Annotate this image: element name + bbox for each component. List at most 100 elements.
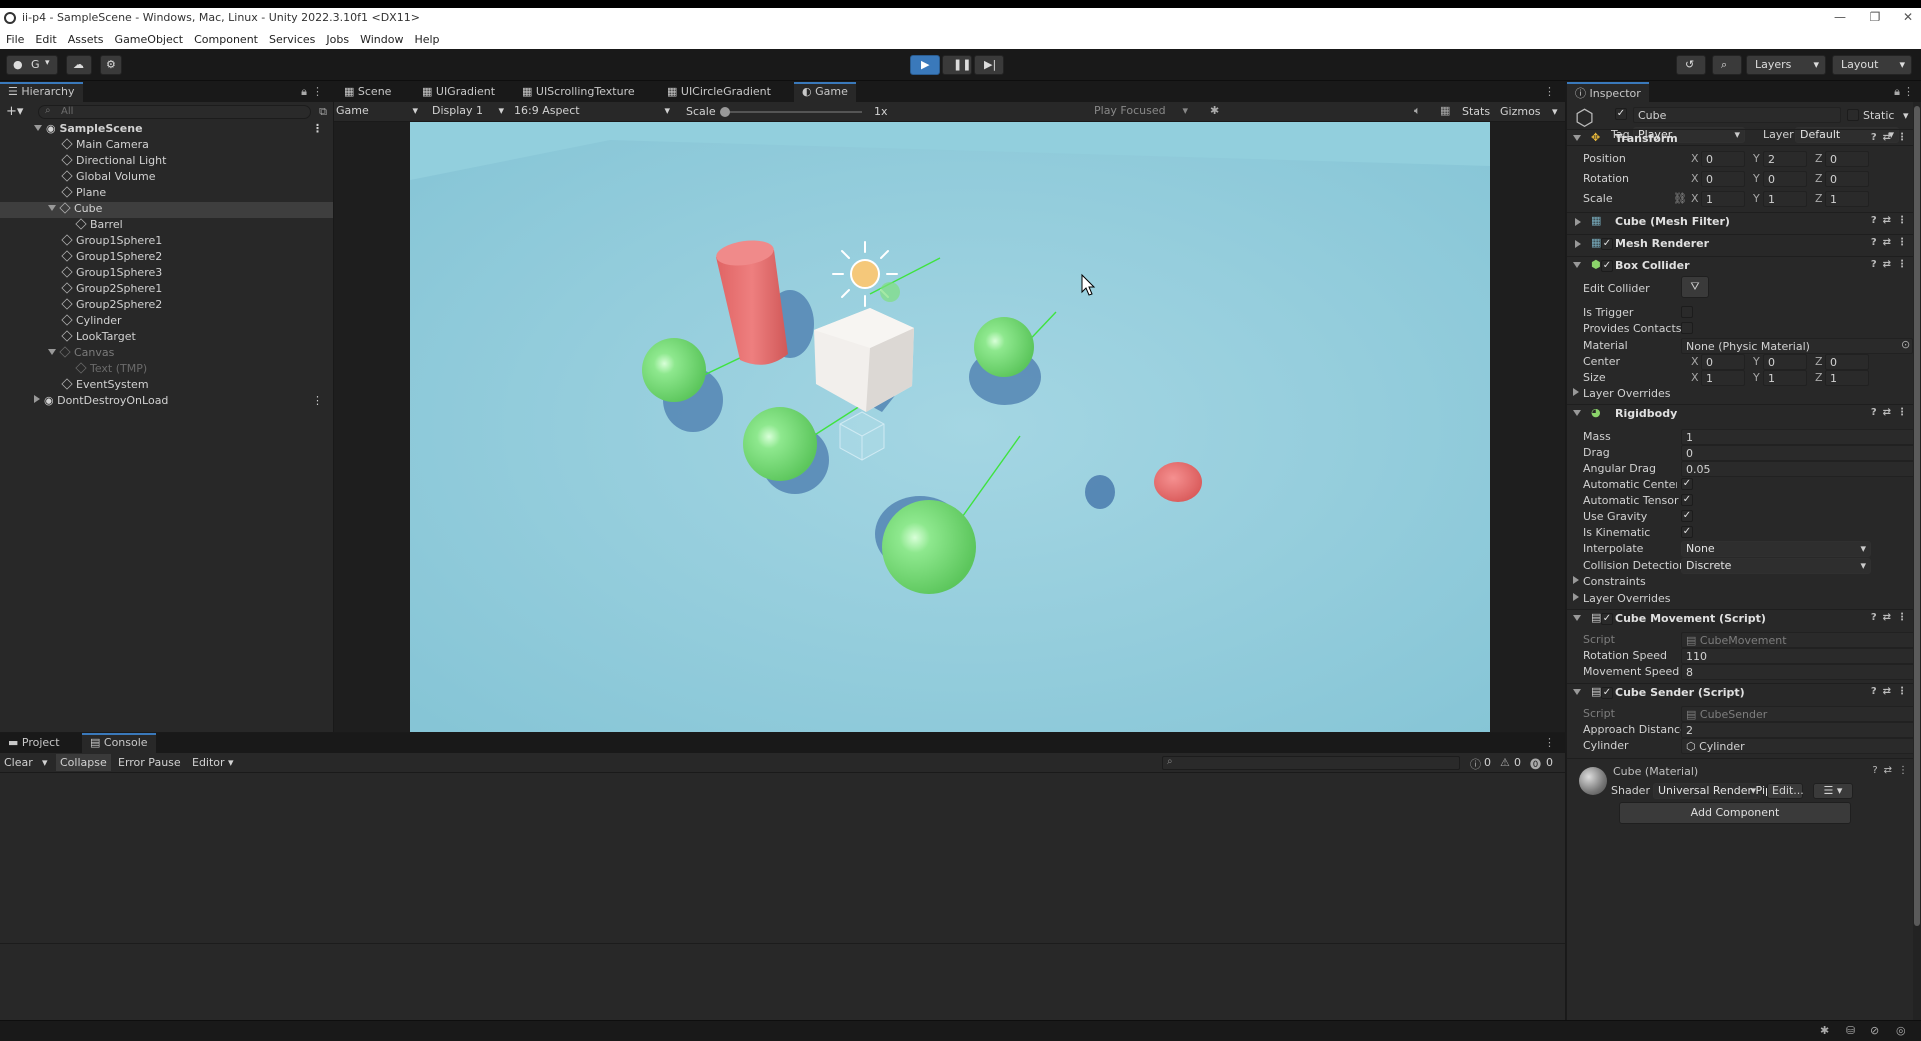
mute-audio-icon[interactable]: 🔈︎	[1414, 104, 1421, 118]
hierarchy-item-group1sphere1[interactable]: Group1Sphere1	[0, 234, 333, 250]
lock-icon[interactable]: 🔒︎	[1894, 85, 1900, 99]
console-log-area[interactable]	[0, 773, 1565, 943]
is-trigger-checkbox[interactable]	[1681, 306, 1693, 318]
search-button[interactable]: ⌕	[1712, 55, 1742, 75]
lock-icon[interactable]: 🔒︎	[301, 85, 307, 99]
close-button[interactable]: ✕	[1893, 10, 1921, 26]
mesh-renderer-enabled-checkbox[interactable]: ✓	[1601, 238, 1613, 250]
inspector-scrollbar[interactable]	[1913, 102, 1921, 1020]
menu-services[interactable]: Services	[263, 28, 320, 46]
hierarchy-item-group2sphere1[interactable]: Group2Sphere1	[0, 282, 333, 298]
hierarchy-item-main-camera[interactable]: Main Camera	[0, 138, 333, 154]
hierarchy-item-canvas[interactable]: Canvas	[0, 346, 333, 362]
component-actions-icon[interactable]: ?⇄⋮	[1871, 686, 1913, 697]
object-name-input[interactable]: Cube	[1633, 107, 1841, 123]
history-button[interactable]: ↺	[1676, 55, 1706, 75]
active-checkbox[interactable]: ✓	[1615, 108, 1627, 120]
tab-uiscrollingtexture[interactable]: ▦ UIScrollingTexture	[514, 82, 643, 102]
interpolate-dropdown[interactable]: None	[1681, 541, 1871, 557]
center-z-input[interactable]: 0	[1825, 354, 1869, 370]
hierarchy-item-text-tmp[interactable]: Text (TMP)	[0, 362, 333, 378]
tab-uigradient[interactable]: ▦ UIGradient	[414, 82, 503, 102]
link-icon[interactable]: ⛓	[1673, 192, 1687, 205]
is-kinematic-checkbox[interactable]: ✓	[1681, 526, 1693, 538]
menu-assets[interactable]: Assets	[62, 28, 109, 46]
component-actions-icon[interactable]: ?⇄⋮	[1871, 259, 1913, 270]
hierarchy-item-eventsystem[interactable]: EventSystem	[0, 378, 333, 394]
size-z-input[interactable]: 1	[1825, 370, 1869, 386]
constraints-foldout[interactable]: Constraints	[1573, 575, 1646, 588]
menu-edit[interactable]: Edit	[29, 28, 61, 46]
size-y-input[interactable]: 1	[1763, 370, 1807, 386]
menu-jobs[interactable]: Jobs	[320, 28, 354, 46]
hierarchy-item-samplescene[interactable]: ◉ SampleScene ⋮	[0, 122, 333, 138]
collapse-toggle[interactable]: Collapse	[56, 754, 111, 771]
chevron-down-icon[interactable]: ▾	[1903, 109, 1909, 122]
hierarchy-item-global-volume[interactable]: Global Volume	[0, 170, 333, 186]
tab-console[interactable]: ▤ Console	[82, 733, 156, 753]
position-z-input[interactable]: 0	[1825, 151, 1869, 167]
rotation-x-input[interactable]: 0	[1701, 171, 1745, 187]
kebab-menu-icon[interactable]: ⋮	[312, 85, 323, 98]
menu-file[interactable]: File	[0, 28, 29, 46]
network-icon[interactable]: ⊘	[1870, 1024, 1879, 1037]
play-button[interactable]: ▶	[910, 55, 940, 75]
stats-grid-icon[interactable]: ▦	[1440, 104, 1450, 117]
expand-arrow-icon[interactable]	[1573, 135, 1581, 141]
mesh-renderer-header[interactable]: ▦ ✓ Mesh Renderer ?⇄⋮	[1567, 234, 1921, 252]
center-x-input[interactable]: 0	[1701, 354, 1745, 370]
account-dropdown[interactable]: ● G ▾	[6, 55, 58, 75]
provides-contacts-checkbox[interactable]	[1681, 322, 1693, 334]
tab-hierarchy[interactable]: ☰ Hierarchy	[0, 82, 83, 102]
error-icon[interactable]: ⓿	[1530, 756, 1541, 772]
cloud-button[interactable]: ☁	[66, 55, 92, 75]
size-x-input[interactable]: 1	[1701, 370, 1745, 386]
use-gravity-checkbox[interactable]: ✓	[1681, 510, 1693, 522]
movement-speed-input[interactable]: 8	[1681, 664, 1919, 680]
component-actions-icon[interactable]: ?⇄⋮	[1871, 407, 1913, 418]
cache-server-icon[interactable]: ⛁	[1846, 1024, 1855, 1037]
stats-button[interactable]: Stats	[1462, 105, 1490, 118]
hierarchy-item-looktarget[interactable]: LookTarget	[0, 330, 333, 346]
component-actions-icon[interactable]: ?⇄⋮	[1871, 132, 1913, 143]
cylinder-object-field[interactable]: ⬡ Cylinder	[1681, 738, 1919, 754]
shader-dropdown[interactable]: Universal Render Pip	[1653, 783, 1772, 799]
tab-inspector[interactable]: ⓘ Inspector	[1567, 82, 1649, 102]
scale-z-input[interactable]: 1	[1825, 191, 1869, 207]
rotation-speed-input[interactable]: 110	[1681, 648, 1919, 664]
cube-sender-header[interactable]: ▤ ✓ Cube Sender (Script) ?⇄⋮	[1567, 683, 1921, 701]
expand-arrow-icon[interactable]	[1573, 410, 1581, 416]
expand-arrow-icon[interactable]	[1573, 262, 1581, 268]
layers-dropdown[interactable]: Layers ▾	[1746, 55, 1826, 75]
expand-arrow-icon[interactable]	[1575, 240, 1581, 248]
hierarchy-item-directional-light[interactable]: Directional Light	[0, 154, 333, 170]
drag-input[interactable]: 0	[1681, 445, 1919, 461]
add-component-button[interactable]: Add Component	[1619, 802, 1851, 824]
cube-sender-enabled-checkbox[interactable]: ✓	[1601, 687, 1613, 699]
rigidbody-header[interactable]: ◕ Rigidbody ?⇄⋮	[1567, 404, 1921, 422]
rigidbody-layer-overrides-foldout[interactable]: Layer Overrides	[1573, 592, 1671, 605]
tab-game[interactable]: ◐ Game	[794, 82, 856, 102]
bug-off-icon[interactable]: ✱	[1820, 1024, 1829, 1037]
rotation-z-input[interactable]: 0	[1825, 171, 1869, 187]
kebab-menu-icon[interactable]: ⋮	[312, 122, 323, 135]
menu-gameobject[interactable]: GameObject	[109, 28, 189, 46]
component-actions-icon[interactable]: ?⇄⋮	[1871, 237, 1913, 248]
display-dropdown[interactable]: Display 1 ▾	[432, 104, 508, 120]
position-y-input[interactable]: 2	[1763, 151, 1807, 167]
tab-scene[interactable]: ▦ Scene	[336, 82, 399, 102]
menu-component[interactable]: Component	[188, 28, 263, 46]
expand-arrow-icon[interactable]	[34, 395, 40, 403]
inspector-scrollbar-thumb[interactable]	[1914, 106, 1920, 926]
component-actions-icon[interactable]: ?⇄⋮	[1871, 215, 1913, 226]
scale-slider-handle[interactable]	[720, 107, 730, 117]
collision-detection-dropdown[interactable]: Discrete	[1681, 558, 1871, 574]
center-y-input[interactable]: 0	[1763, 354, 1807, 370]
expand-arrow-icon[interactable]	[1573, 689, 1581, 695]
hierarchy-item-group2sphere2[interactable]: Group2Sphere2	[0, 298, 333, 314]
mass-input[interactable]: 1	[1681, 429, 1919, 445]
play-focused-dropdown[interactable]: Play Focused ▾	[1094, 104, 1194, 120]
expand-arrow-icon[interactable]	[1575, 218, 1581, 226]
box-collider-enabled-checkbox[interactable]: ✓	[1601, 260, 1613, 272]
shader-menu-button[interactable]: ☰ ▾	[1813, 783, 1853, 799]
